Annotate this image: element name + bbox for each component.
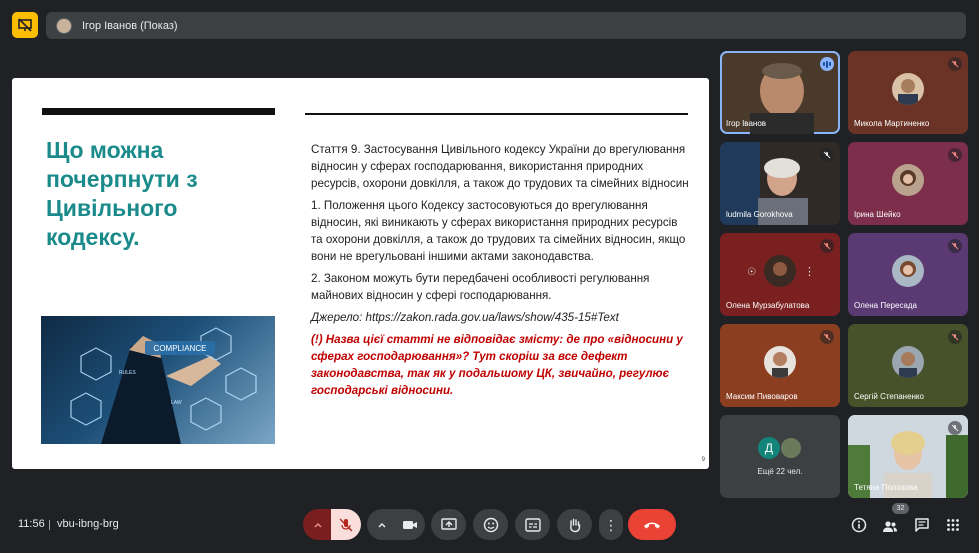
mic-off-icon (820, 330, 834, 344)
participant-tile[interactable]: Ігор Іванов (720, 51, 840, 134)
more-options-button[interactable]: ⋮ (599, 509, 623, 540)
more-participants-tile[interactable]: Д Ещё 22 чел. (720, 415, 840, 498)
captions-icon (524, 517, 541, 532)
present-screen-icon (440, 517, 457, 530)
mic-off-icon (948, 330, 962, 344)
participant-name: Олена Пересада (854, 301, 918, 310)
reactions-button[interactable] (473, 509, 508, 540)
captions-button[interactable] (515, 509, 550, 540)
participant-tile[interactable]: Сергій Степаненко (848, 324, 968, 407)
participant-name: Микола Мартиненко (854, 119, 930, 128)
speaking-indicator-icon (820, 57, 834, 71)
camera-toggle-button[interactable] (395, 509, 425, 540)
avatar (764, 255, 796, 287)
avatar: Д (758, 437, 780, 459)
audio-options-button[interactable] (303, 509, 333, 540)
mic-off-icon (948, 239, 962, 253)
participant-tile[interactable]: Олена Пересада (848, 233, 968, 316)
chevron-up-icon (314, 522, 322, 528)
mic-off-icon (948, 421, 962, 435)
slide-image-label-rules: RULES (119, 370, 136, 376)
camera-icon (403, 520, 417, 529)
mic-off-icon (820, 148, 834, 162)
slide-paragraph: Стаття 9. Застосування Цивільного кодекс… (311, 143, 689, 190)
avatar (892, 255, 924, 287)
avatar (764, 346, 796, 378)
participant-name: Ірина Шейко (854, 210, 901, 219)
chevron-up-icon (378, 522, 386, 528)
emoji-icon (483, 517, 498, 532)
avatar (892, 164, 924, 196)
more-options-icon[interactable]: ⋮ (804, 265, 815, 278)
mic-off-icon (948, 148, 962, 162)
present-button[interactable] (431, 509, 466, 540)
more-options-icon: ⋮ (604, 516, 618, 533)
slide-source: Джерело: https://zakon.rada.gov.ua/laws/… (311, 311, 619, 324)
participant-name: Максим Пивоваров (726, 392, 798, 401)
presenter-bar[interactable]: Ігор Іванов (Показ) (46, 12, 966, 39)
participant-name: Сергій Степаненко (854, 392, 924, 401)
participant-tile[interactable]: Максим Пивоваров (720, 324, 840, 407)
chat-button[interactable] (913, 516, 931, 534)
activities-button[interactable] (944, 516, 962, 534)
slide-paragraph: 1. Положення цього Кодексу застосовуютьс… (311, 199, 686, 263)
participant-name: Олена Мурзабулатова (726, 301, 810, 310)
people-button[interactable] (881, 518, 899, 536)
slide-note: (!) Назва цієї статті не відповідає зміс… (311, 333, 683, 397)
hand-icon (569, 518, 580, 532)
people-icon (883, 521, 897, 532)
presentation-icon[interactable] (12, 12, 38, 38)
apps-grid-icon (947, 519, 959, 531)
mic-off-icon (948, 57, 962, 71)
video-options-button[interactable] (367, 509, 397, 540)
slide-paragraph: 2. Законом можуть бути передбачені особл… (311, 272, 650, 302)
more-participants-label: Ещё 22 чел. (757, 467, 803, 476)
participant-name: ludmila Gorokhova (726, 210, 793, 219)
participant-tile[interactable]: Тетяна Полозова (848, 415, 968, 498)
slide-image-label-law: LAW (171, 400, 182, 406)
avatar (892, 346, 924, 378)
participant-name: Тетяна Полозова (854, 483, 918, 492)
slide-page-number: 9 (701, 457, 705, 463)
slide-body: Стаття 9. Застосування Цивільного кодекс… (311, 141, 691, 404)
avatar (780, 437, 802, 459)
divider (49, 520, 50, 530)
participant-tile[interactable]: Микола Мартиненко (848, 51, 968, 134)
avatar (56, 17, 72, 34)
hang-up-icon (644, 522, 660, 528)
chat-icon (915, 518, 929, 532)
slide-title: Що можна почерпнути з Цивільного кодексу… (46, 137, 198, 250)
slide-divider-left (42, 108, 275, 115)
mic-off-icon (339, 518, 353, 531)
participant-tile[interactable]: ludmila Gorokhova (720, 142, 840, 225)
slide-divider-right (305, 113, 688, 115)
participant-tile[interactable]: Ірина Шейко (848, 142, 968, 225)
presenter-name: Ігор Іванов (Показ) (82, 19, 178, 32)
participant-name: Ігор Іванов (726, 119, 767, 128)
info-icon (851, 517, 867, 533)
mic-off-icon (820, 239, 834, 253)
pin-icon[interactable]: ☉ (747, 267, 756, 278)
slide-image: COMPLIANCE RULES LAW (41, 316, 275, 444)
meeting-code: vbu-ibng-brg (57, 518, 119, 530)
participant-tile[interactable]: ☉ ⋮ Олена Мурзабулатова (720, 233, 840, 316)
mic-toggle-button[interactable] (331, 509, 361, 540)
leave-call-button[interactable] (628, 509, 676, 540)
raise-hand-button[interactable] (557, 509, 592, 540)
clock: 11:56 (18, 518, 45, 530)
slide-image-caption: COMPLIANCE (154, 344, 207, 353)
shared-slide: Що можна почерпнути з Цивільного кодексу… (12, 78, 709, 469)
participants-count-badge: 32 (892, 503, 909, 514)
avatar (892, 73, 924, 105)
meeting-info-button[interactable] (850, 516, 868, 534)
